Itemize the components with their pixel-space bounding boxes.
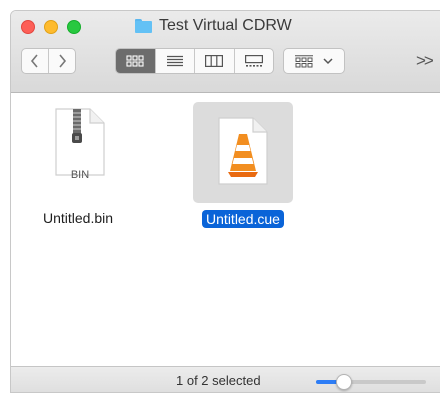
chevron-down-icon xyxy=(323,57,333,64)
gallery-icon xyxy=(244,55,263,67)
file-name-wrapper: Untitled.cue xyxy=(183,210,303,228)
back-button[interactable] xyxy=(22,49,48,73)
window-title: Test Virtual CDRW xyxy=(159,17,292,34)
file-name: Untitled.bin xyxy=(42,210,114,226)
view-mode-control xyxy=(115,48,274,74)
title-bar: Test Virtual CDRW >> xyxy=(11,11,440,93)
minimize-window-button[interactable] xyxy=(44,20,58,34)
zoom-window-button[interactable] xyxy=(67,20,81,34)
icon-view-button[interactable] xyxy=(116,49,155,73)
chevron-right-icon xyxy=(59,54,67,68)
zip-document-icon xyxy=(55,108,105,176)
column-view-button[interactable] xyxy=(194,49,234,73)
file-thumbnail: BIN xyxy=(40,101,120,191)
group-grid-icon xyxy=(295,54,313,67)
file-thumbnail xyxy=(193,102,293,203)
file-type-label: BIN xyxy=(70,169,90,181)
list-view-button[interactable] xyxy=(154,49,195,73)
chevron-left-icon xyxy=(30,54,38,68)
toolbar-overflow-button[interactable]: >> xyxy=(416,51,434,71)
columns-icon xyxy=(205,55,224,67)
list-lines-icon xyxy=(166,55,183,67)
icon-size-slider[interactable] xyxy=(316,374,426,390)
folder-icon xyxy=(135,19,152,33)
selection-status: 1 of 2 selected xyxy=(176,373,261,388)
window-title-group: Test Virtual CDRW xyxy=(135,16,292,36)
navigation-buttons xyxy=(21,48,76,74)
vlc-cone-icon xyxy=(218,117,268,185)
slider-knob[interactable] xyxy=(336,374,352,390)
gallery-view-button[interactable] xyxy=(233,49,274,73)
file-area: BIN Untitled.bin Untitled.cue xyxy=(11,93,440,366)
icon-grid-icon xyxy=(126,55,144,67)
finder-window: Test Virtual CDRW >> BIN Untitled.bin Un… xyxy=(10,10,440,393)
forward-button[interactable] xyxy=(48,49,75,73)
group-by-dropdown[interactable] xyxy=(283,48,345,74)
close-window-button[interactable] xyxy=(21,20,35,34)
file-name: Untitled.cue xyxy=(202,210,284,228)
status-bar: 1 of 2 selected xyxy=(11,366,440,392)
